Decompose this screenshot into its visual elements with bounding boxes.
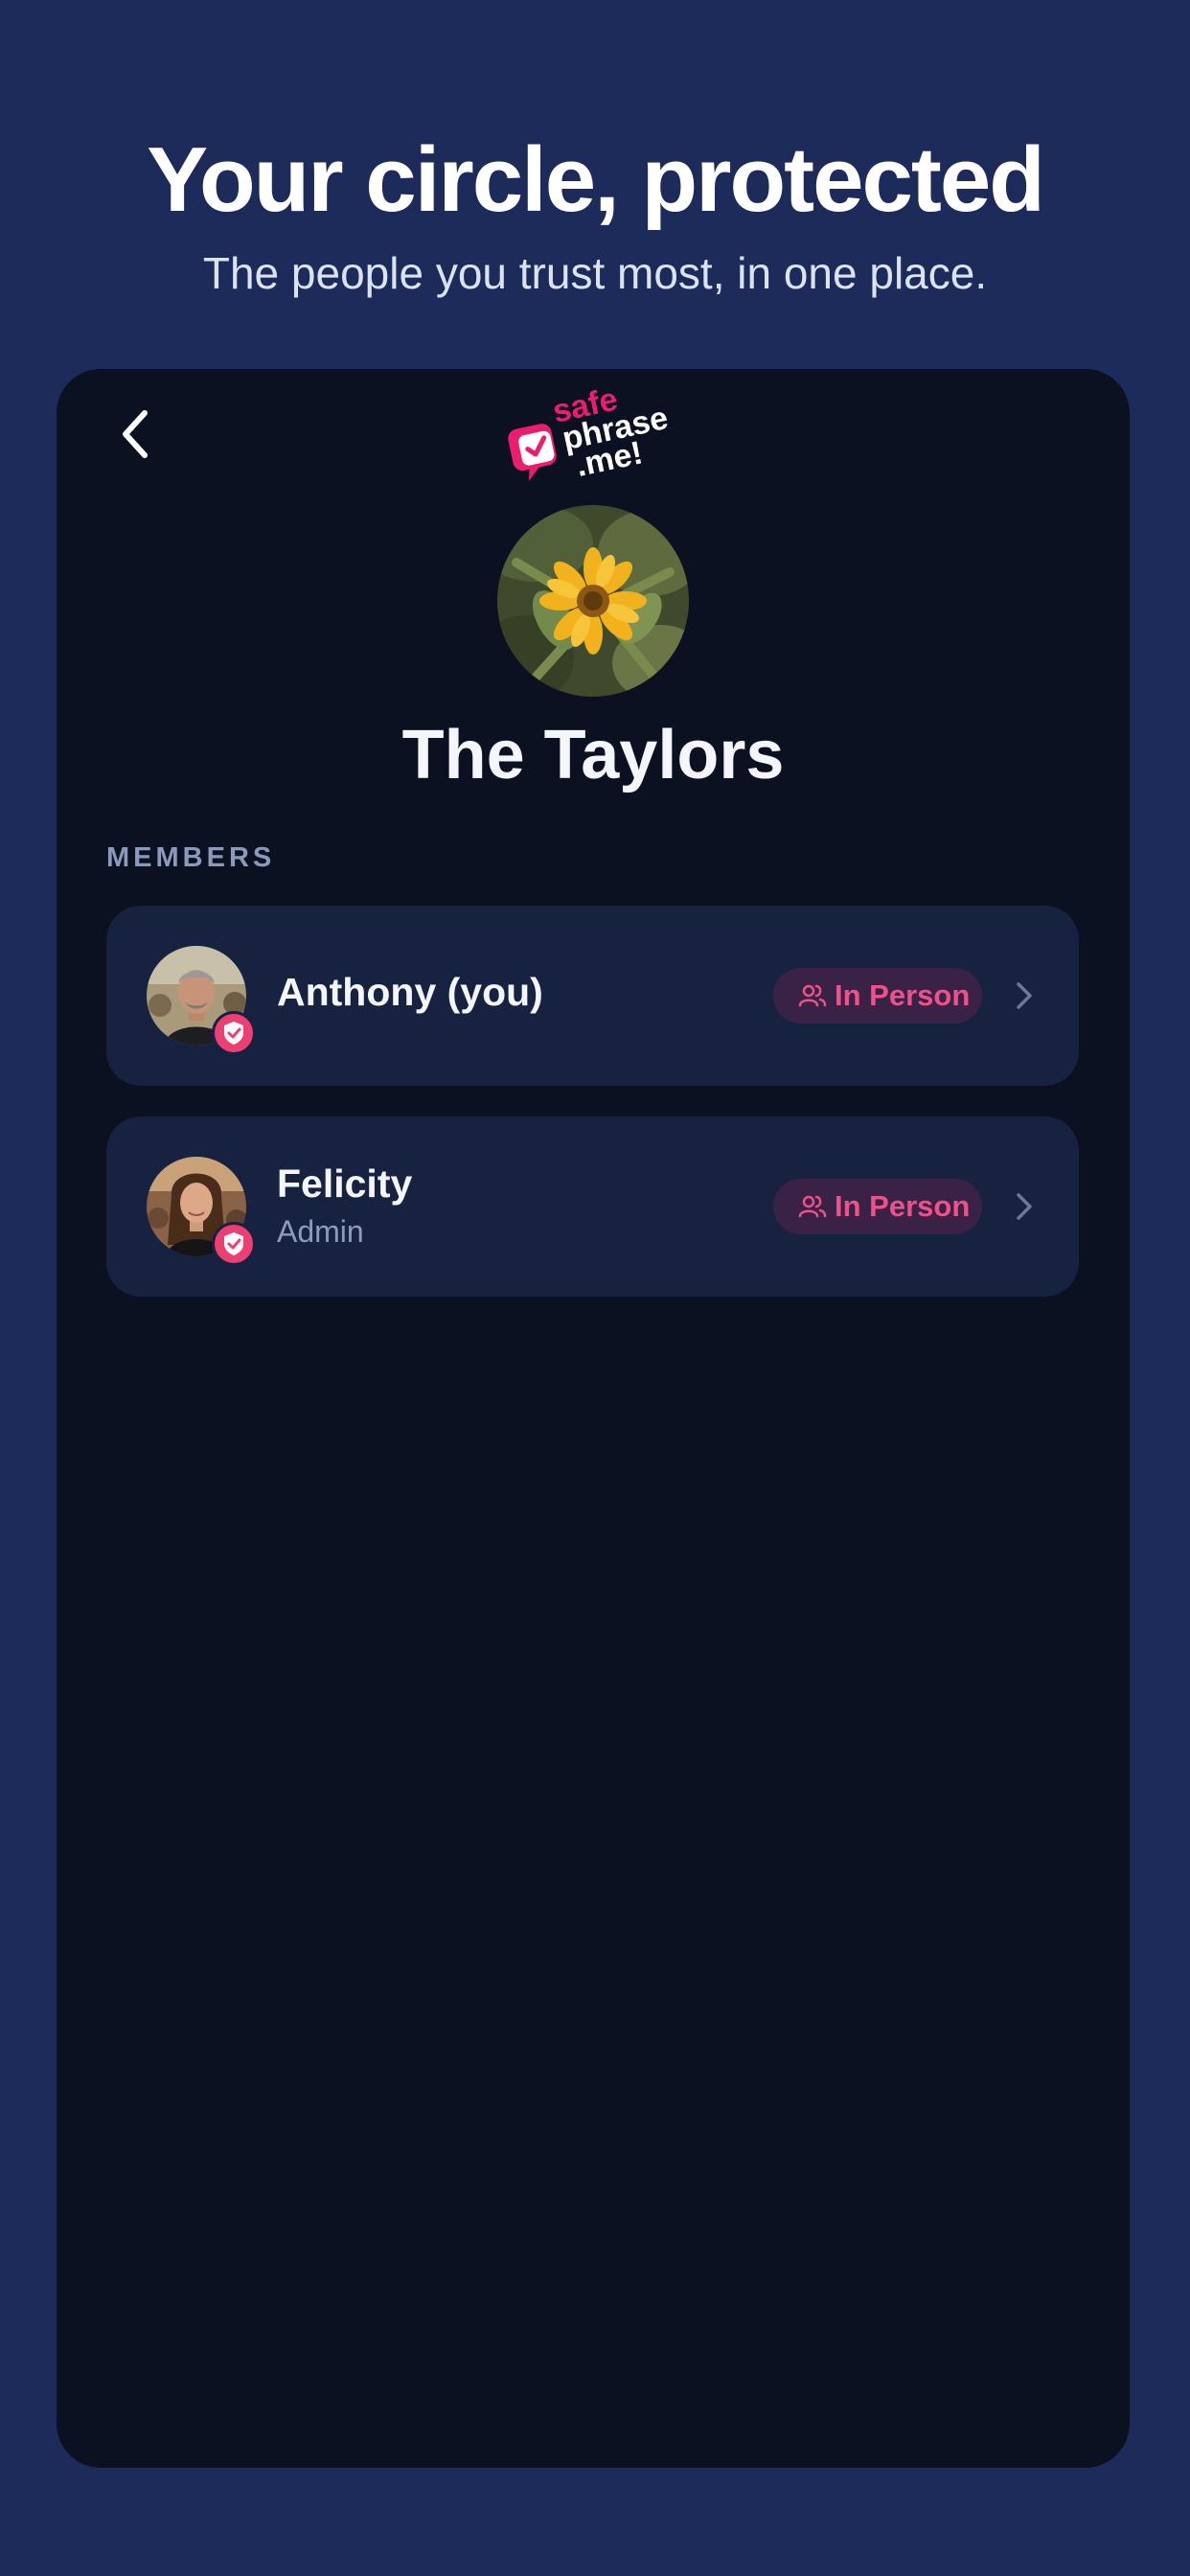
- shield-check-icon: [212, 1222, 256, 1266]
- back-button[interactable]: [101, 398, 177, 474]
- people-icon: [798, 984, 827, 1007]
- group-avatar[interactable]: [497, 505, 689, 697]
- people-icon: [798, 1195, 827, 1218]
- chevron-right-icon: [1017, 1193, 1032, 1220]
- app-screen: safe phrase .me! The Taylors MEMBERS Ant…: [57, 369, 1130, 2468]
- chevron-left-icon: [123, 410, 148, 458]
- member-name: Felicity: [277, 1162, 413, 1206]
- hero-title: Your circle, protected: [147, 128, 1045, 231]
- avatar: [147, 1157, 256, 1266]
- chevron-right-icon: [1017, 982, 1032, 1009]
- member-row-felicity[interactable]: Felicity Admin In Person: [106, 1116, 1079, 1297]
- status-badge: In Person: [773, 968, 982, 1024]
- sunflower-photo: [497, 505, 689, 697]
- group-name: The Taylors: [401, 717, 785, 794]
- member-name: Anthony (you): [277, 970, 543, 1014]
- badge-label: In Person: [835, 978, 971, 1012]
- members-section-label: MEMBERS: [106, 842, 276, 873]
- shield-check-icon: [212, 1011, 256, 1055]
- avatar: [147, 946, 256, 1055]
- member-role: Admin: [277, 1214, 364, 1249]
- hero-subtitle: The people you trust most, in one place.: [202, 248, 988, 298]
- safephrase-logo: safe phrase .me!: [502, 377, 684, 484]
- badge-label: In Person: [835, 1189, 971, 1223]
- member-row-anthony[interactable]: Anthony (you) In Person: [106, 906, 1079, 1086]
- status-badge: In Person: [773, 1179, 982, 1234]
